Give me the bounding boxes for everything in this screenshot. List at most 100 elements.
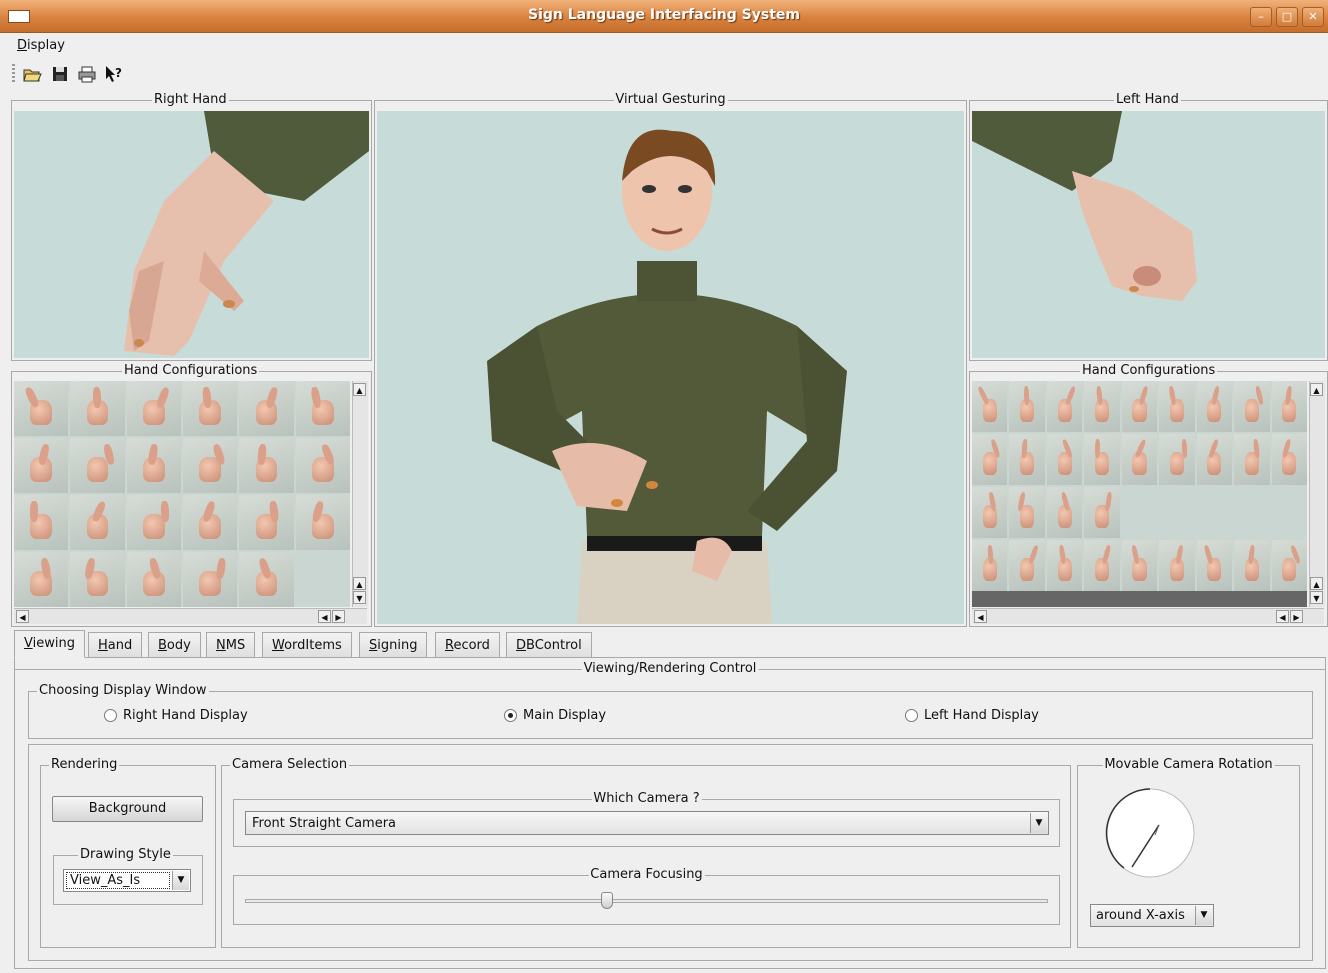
hand-config-thumbnail[interactable] bbox=[295, 552, 350, 607]
hand-config-thumbnail[interactable] bbox=[239, 495, 294, 550]
scroll-down-arrow[interactable]: ▼ bbox=[1310, 591, 1323, 604]
hand-config-thumbnail[interactable] bbox=[1196, 381, 1233, 432]
hand-config-thumbnail[interactable] bbox=[1196, 540, 1233, 591]
tab-worditems[interactable]: WordItems bbox=[262, 632, 352, 658]
tab-viewing[interactable]: Viewing bbox=[14, 630, 85, 658]
radio-indicator-selected[interactable] bbox=[504, 709, 517, 722]
open-folder-icon[interactable] bbox=[22, 64, 42, 84]
print-icon[interactable] bbox=[77, 64, 97, 84]
hand-config-vscroll-right[interactable]: ▲ ▲ ▼ bbox=[1309, 381, 1325, 607]
hand-config-thumbnail[interactable] bbox=[1046, 381, 1083, 432]
hand-config-thumbnail[interactable] bbox=[126, 552, 181, 607]
hand-config-thumbnail[interactable] bbox=[1009, 540, 1045, 591]
rotation-axis-select[interactable]: around X-axis ▼ bbox=[1090, 904, 1214, 927]
hand-config-thumbnail[interactable] bbox=[1084, 487, 1120, 538]
radio-main-display[interactable]: Main Display bbox=[504, 708, 606, 723]
hand-config-thumbnail[interactable] bbox=[1009, 381, 1045, 432]
hand-config-thumbnail[interactable] bbox=[1271, 434, 1307, 485]
save-icon[interactable] bbox=[50, 64, 70, 84]
hand-config-grid-right[interactable] bbox=[972, 381, 1307, 591]
radio-left-hand-display[interactable]: Left Hand Display bbox=[905, 708, 1039, 723]
hand-config-thumbnail[interactable] bbox=[1159, 487, 1195, 538]
hand-config-hscroll-right[interactable]: ◀ ◀ ▶ bbox=[972, 608, 1324, 624]
hand-config-thumbnail[interactable] bbox=[1046, 487, 1083, 538]
hand-config-thumbnail[interactable] bbox=[1046, 434, 1083, 485]
avatar-main-view[interactable] bbox=[377, 111, 964, 624]
close-button[interactable]: ✕ bbox=[1302, 7, 1324, 27]
scroll-right-arrow[interactable]: ▶ bbox=[332, 610, 345, 623]
hand-config-thumbnail[interactable] bbox=[1271, 381, 1307, 432]
hand-config-thumbnail[interactable] bbox=[182, 381, 238, 436]
hand-config-thumbnail[interactable] bbox=[1121, 487, 1158, 538]
hand-config-vscroll-left[interactable]: ▲ ▲ ▼ bbox=[352, 381, 368, 607]
hand-config-thumbnail[interactable] bbox=[14, 495, 69, 550]
maximize-button[interactable]: □ bbox=[1276, 7, 1298, 27]
hand-config-thumbnail[interactable] bbox=[239, 438, 294, 493]
hand-config-thumbnail[interactable] bbox=[70, 495, 125, 550]
left-hand-view[interactable] bbox=[972, 111, 1325, 358]
scroll-left-arrow[interactable]: ◀ bbox=[318, 610, 331, 623]
hand-config-thumbnail[interactable] bbox=[126, 438, 181, 493]
hand-config-thumbnail[interactable] bbox=[972, 434, 1008, 485]
camera-focusing-slider[interactable] bbox=[245, 892, 1048, 909]
hand-config-thumbnail[interactable] bbox=[295, 438, 350, 493]
scroll-left-arrow[interactable]: ◀ bbox=[974, 610, 987, 623]
tab-nms[interactable]: NMS bbox=[206, 632, 256, 658]
radio-indicator[interactable] bbox=[905, 709, 918, 722]
hand-config-thumbnail[interactable] bbox=[1271, 540, 1307, 591]
minimize-button[interactable]: – bbox=[1250, 7, 1272, 27]
hand-config-thumbnail[interactable] bbox=[239, 381, 294, 436]
slider-handle[interactable] bbox=[601, 892, 614, 909]
hand-config-thumbnail[interactable] bbox=[1196, 434, 1233, 485]
tab-signing[interactable]: Signing bbox=[359, 632, 428, 658]
hand-config-thumbnail[interactable] bbox=[1271, 487, 1307, 538]
hand-config-thumbnail[interactable] bbox=[1009, 487, 1045, 538]
hand-config-thumbnail[interactable] bbox=[1046, 540, 1083, 591]
hand-config-thumbnail[interactable] bbox=[1121, 381, 1158, 432]
hand-config-thumbnail[interactable] bbox=[70, 552, 125, 607]
hand-config-thumbnail[interactable] bbox=[972, 487, 1008, 538]
right-hand-view[interactable] bbox=[14, 111, 369, 358]
hand-config-thumbnail[interactable] bbox=[1234, 434, 1270, 485]
hand-config-thumbnail[interactable] bbox=[1121, 540, 1158, 591]
drawing-style-select[interactable]: View_As_Is ▼ bbox=[63, 869, 191, 892]
scroll-up-arrow[interactable]: ▲ bbox=[1310, 383, 1323, 396]
chevron-down-icon[interactable]: ▼ bbox=[172, 871, 189, 890]
hand-config-thumbnail[interactable] bbox=[1159, 381, 1195, 432]
which-camera-select[interactable]: Front Straight Camera ▼ bbox=[245, 811, 1049, 835]
hand-config-grid-left[interactable] bbox=[14, 381, 350, 607]
hand-config-thumbnail[interactable] bbox=[126, 381, 181, 436]
hand-config-thumbnail[interactable] bbox=[1159, 434, 1195, 485]
hand-config-thumbnail[interactable] bbox=[972, 540, 1008, 591]
scroll-down-arrow[interactable]: ▼ bbox=[353, 591, 366, 604]
scroll-left-arrow[interactable]: ◀ bbox=[16, 610, 29, 623]
tab-record[interactable]: Record bbox=[435, 632, 500, 658]
hand-config-thumbnail[interactable] bbox=[1234, 487, 1270, 538]
hand-config-thumbnail[interactable] bbox=[182, 495, 238, 550]
hand-config-thumbnail[interactable] bbox=[1196, 487, 1233, 538]
hand-config-thumbnail[interactable] bbox=[295, 381, 350, 436]
hand-config-thumbnail[interactable] bbox=[1084, 434, 1120, 485]
scroll-up-arrow[interactable]: ▲ bbox=[353, 383, 366, 396]
scroll-right-arrow[interactable]: ▶ bbox=[1290, 610, 1303, 623]
scroll-up-arrow[interactable]: ▲ bbox=[1310, 577, 1323, 590]
hand-config-thumbnail[interactable] bbox=[14, 552, 69, 607]
hand-config-thumbnail[interactable] bbox=[182, 438, 238, 493]
hand-config-thumbnail[interactable] bbox=[1234, 381, 1270, 432]
hand-config-thumbnail[interactable] bbox=[1234, 540, 1270, 591]
rotation-dial[interactable] bbox=[1104, 787, 1196, 879]
hand-config-thumbnail[interactable] bbox=[1084, 540, 1120, 591]
hand-config-thumbnail[interactable] bbox=[14, 381, 69, 436]
hand-config-hscroll-left[interactable]: ◀ ◀ ▶ bbox=[14, 608, 367, 624]
chevron-down-icon[interactable]: ▼ bbox=[1195, 906, 1212, 925]
whats-this-help-icon[interactable]: ? bbox=[104, 64, 124, 84]
radio-right-hand-display[interactable]: Right Hand Display bbox=[104, 708, 248, 723]
hand-config-thumbnail[interactable] bbox=[972, 381, 1008, 432]
hand-config-thumbnail[interactable] bbox=[295, 495, 350, 550]
toolbar-grip[interactable] bbox=[12, 64, 15, 84]
tab-body[interactable]: Body bbox=[148, 632, 201, 658]
background-button[interactable]: Background bbox=[52, 796, 203, 822]
hand-config-thumbnail[interactable] bbox=[70, 438, 125, 493]
tab-hand[interactable]: Hand bbox=[88, 632, 143, 658]
hand-config-thumbnail[interactable] bbox=[70, 381, 125, 436]
